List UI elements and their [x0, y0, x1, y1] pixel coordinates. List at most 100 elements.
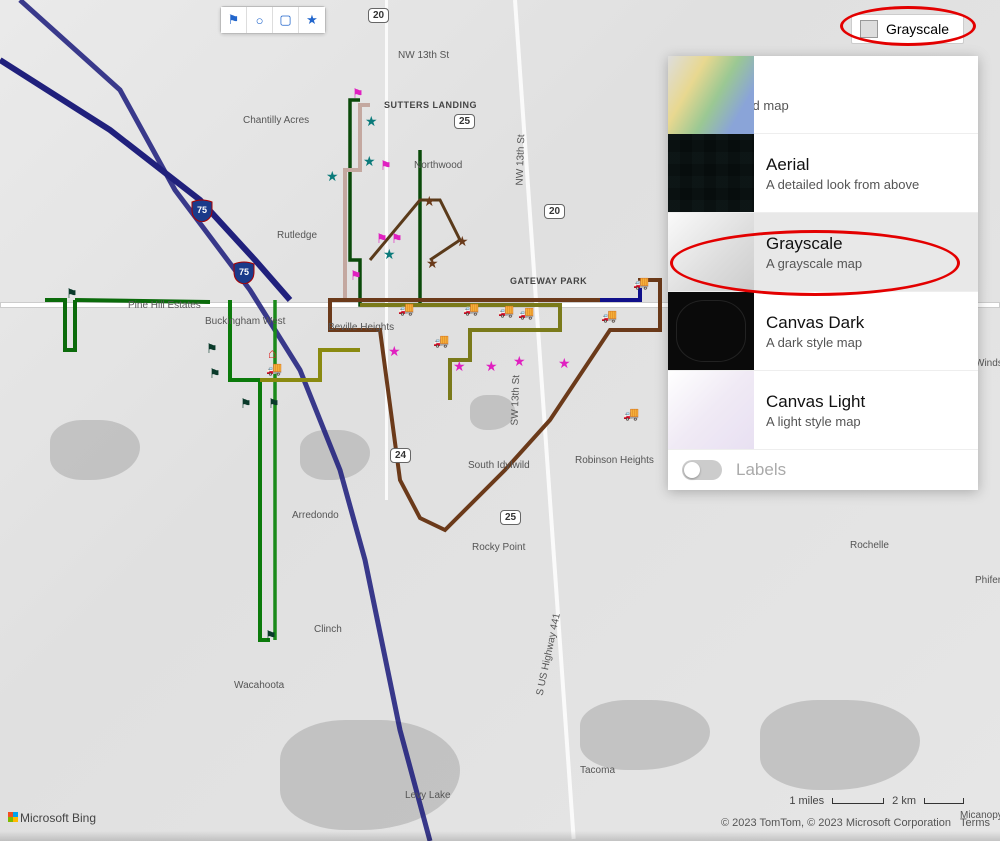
bottom-shadow — [0, 831, 1000, 841]
aerial-thumb-icon — [668, 134, 754, 212]
flag-marker-icon[interactable]: ⚑ — [380, 158, 394, 172]
grayscale-thumb-icon — [668, 213, 754, 291]
star-marker-icon[interactable]: ★ — [426, 255, 440, 269]
dark-thumb-icon — [668, 292, 754, 370]
star-marker-icon[interactable]: ★ — [326, 168, 340, 182]
route-badge: 25 — [454, 114, 475, 129]
square-tool-button[interactable]: ▢ — [273, 7, 299, 33]
labels-toggle[interactable] — [682, 460, 722, 480]
map-style-panel: Road A standard road map Aerial A detail… — [668, 56, 978, 490]
svg-text:75: 75 — [239, 267, 249, 277]
star-marker-icon[interactable]: ★ — [423, 193, 437, 207]
flag-marker-icon[interactable]: ⚑ — [240, 396, 254, 410]
street-label: NW 13th St — [515, 134, 528, 185]
star-marker-icon[interactable]: ★ — [485, 358, 499, 372]
truck-marker-icon[interactable]: 🚚 — [518, 305, 532, 319]
place-label: Beville Heights — [328, 322, 394, 333]
flag-marker-icon[interactable]: ⚑ — [265, 628, 279, 642]
place-label: Tacoma — [580, 765, 615, 776]
layer-item-aerial[interactable]: Aerial A detailed look from above — [668, 134, 978, 213]
place-label: Wacahoota — [234, 680, 284, 691]
star-marker-icon[interactable]: ★ — [453, 358, 467, 372]
route-badge: 24 — [390, 448, 411, 463]
layer-item-road[interactable]: Road A standard road map — [668, 56, 978, 134]
map-style-button[interactable]: Grayscale — [851, 14, 964, 44]
flag-marker-icon[interactable]: ⚑ — [376, 231, 390, 245]
layer-desc: A light style map — [766, 414, 865, 429]
toggle-knob-icon — [684, 462, 700, 478]
truck-marker-icon[interactable]: 🚚 — [623, 406, 637, 420]
flag-marker-icon[interactable]: ⚑ — [206, 341, 220, 355]
star-marker-icon[interactable]: ★ — [363, 153, 377, 167]
place-label: Robinson Heights — [575, 455, 654, 466]
interstate-shield-icon: 75 — [232, 260, 256, 284]
scale-segment-icon — [924, 798, 964, 804]
map-credits: © 2023 TomTom, © 2023 Microsoft Corporat… — [721, 817, 990, 829]
circle-tool-button[interactable]: ○ — [247, 7, 273, 33]
map-style-label: Grayscale — [886, 21, 949, 37]
bing-logo: Microsoft Bing — [8, 811, 96, 825]
place-label: Levy Lake — [405, 790, 451, 801]
layer-item-grayscale[interactable]: Grayscale A grayscale map — [668, 213, 978, 292]
star-marker-icon[interactable]: ★ — [456, 233, 470, 247]
flag-marker-icon[interactable]: ⚑ — [352, 86, 366, 100]
place-label: Arredondo — [292, 510, 339, 521]
place-label: Chantilly Acres — [243, 115, 309, 126]
interstate-shield-icon: 75 — [190, 198, 214, 222]
copyright-text: © 2023 TomTom, © 2023 Microsoft Corporat… — [721, 817, 951, 829]
street-label: SW 13th St — [510, 375, 523, 426]
layer-desc: A grayscale map — [766, 256, 862, 271]
flag-tool-button[interactable]: ⚑ — [221, 7, 247, 33]
layer-desc: A detailed look from above — [766, 177, 919, 192]
layer-item-canvas-dark[interactable]: Canvas Dark A dark style map — [668, 292, 978, 371]
place-label: Clinch — [314, 624, 342, 635]
flag-icon: ⚑ — [228, 12, 240, 28]
truck-marker-icon[interactable]: 🚚 — [498, 303, 512, 317]
place-label: South Idylwild — [468, 460, 530, 471]
flag-marker-icon[interactable]: ⚑ — [268, 396, 282, 410]
route-badge: 25 — [500, 510, 521, 525]
truck-marker-icon[interactable]: 🚚 — [463, 301, 477, 315]
bing-text: Microsoft Bing — [20, 811, 96, 825]
star-icon: ★ — [306, 12, 318, 28]
star-tool-button[interactable]: ★ — [299, 7, 325, 33]
flag-marker-icon[interactable]: ⚑ — [350, 268, 364, 282]
truck-marker-icon[interactable]: 🚚 — [433, 333, 447, 347]
grayscale-swatch-icon — [860, 20, 878, 38]
star-marker-icon[interactable]: ★ — [513, 353, 527, 367]
road-thumb-icon — [668, 56, 754, 134]
layer-item-canvas-light[interactable]: Canvas Light A light style map — [668, 371, 978, 450]
place-label: Pine Hill Estates — [128, 300, 201, 311]
place-label: Buckingham West — [205, 316, 285, 327]
marker-toolbar: ⚑ ○ ▢ ★ — [220, 6, 326, 34]
truck-marker-icon[interactable]: 🚚 — [266, 361, 280, 375]
route-badge: 20 — [368, 8, 389, 23]
star-marker-icon[interactable]: ★ — [558, 355, 572, 369]
place-label: Windsor — [975, 358, 1000, 369]
flag-marker-icon[interactable]: ⚑ — [66, 286, 80, 300]
street-label: NW 13th St — [398, 50, 449, 61]
layer-title: Canvas Light — [766, 392, 865, 412]
truck-marker-icon[interactable]: 🚚 — [398, 301, 412, 315]
svg-text:75: 75 — [197, 205, 207, 215]
flag-marker-icon[interactable]: ⚑ — [209, 366, 223, 380]
star-marker-icon[interactable]: ★ — [388, 343, 402, 357]
home-marker-icon[interactable]: ⌂ — [268, 345, 282, 359]
scale-bar: 1 miles 2 km — [789, 795, 964, 807]
layer-title: Grayscale — [766, 234, 862, 254]
place-label: Phifer — [975, 575, 1000, 586]
light-thumb-icon — [668, 371, 754, 449]
truck-marker-icon[interactable]: 🚚 — [633, 275, 647, 289]
flag-marker-icon[interactable]: ⚑ — [391, 231, 405, 245]
layer-title: Aerial — [766, 155, 919, 175]
labels-toggle-row: Labels — [668, 450, 978, 490]
microsoft-logo-icon — [8, 812, 18, 822]
place-label: Rochelle — [850, 540, 889, 551]
map-container[interactable]: 75 75 20 20 25 25 24 Chantilly Acres SUT… — [0, 0, 1000, 841]
place-label: Northwood — [414, 160, 462, 171]
star-marker-icon[interactable]: ★ — [383, 246, 397, 260]
terms-link[interactable]: Terms — [960, 817, 990, 829]
circle-icon: ○ — [256, 13, 264, 28]
truck-marker-icon[interactable]: 🚚 — [601, 308, 615, 322]
star-marker-icon[interactable]: ★ — [365, 113, 379, 127]
